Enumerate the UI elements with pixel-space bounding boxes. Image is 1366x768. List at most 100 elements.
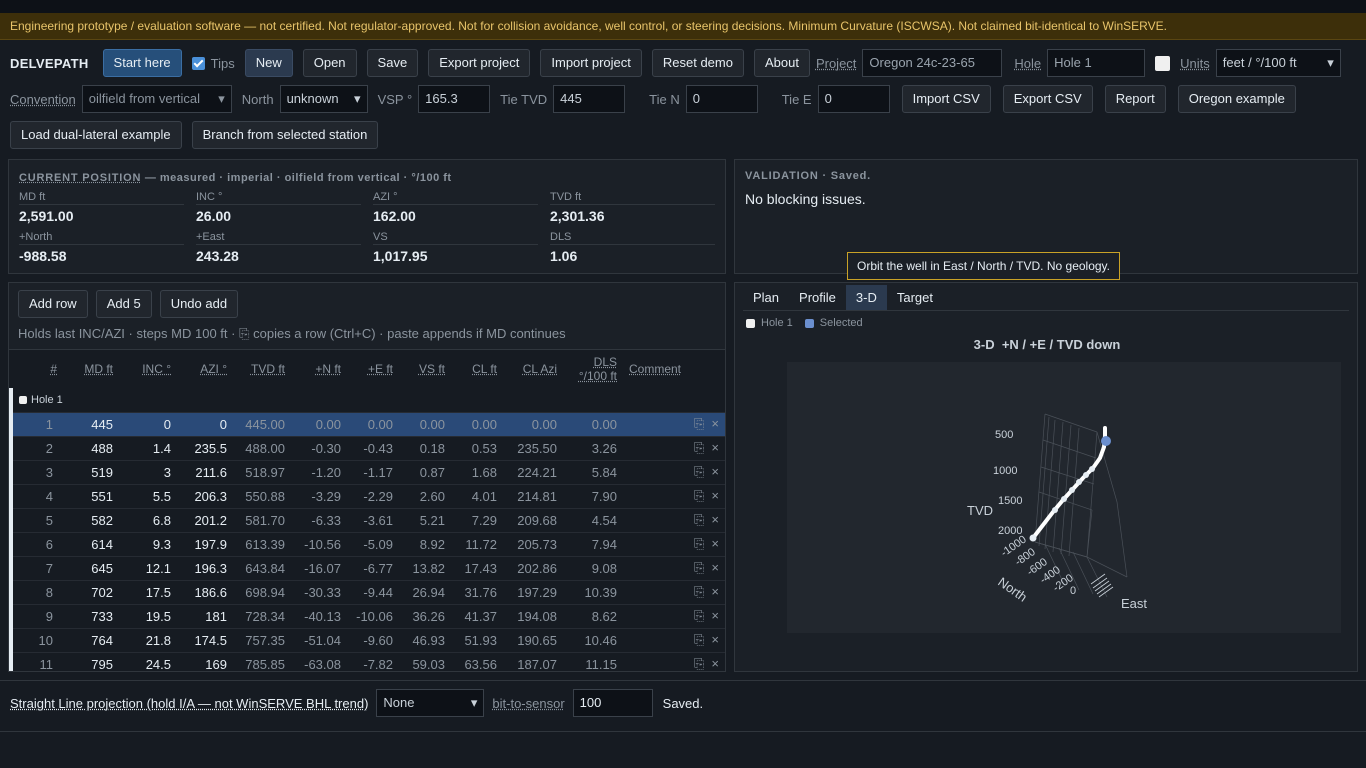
table-row[interactable]: 9 733 19.5 181 728.34 -40.13 -10.06 36.26 41.37 1… — [9, 604, 725, 629]
tie-e-input[interactable]: 0 — [817, 85, 890, 113]
copy-row-icon[interactable]: ⎘ — [694, 656, 704, 671]
table-cell[interactable]: 488 — [63, 436, 119, 461]
add-5-button[interactable]: Add 5 — [95, 290, 152, 318]
selected-station-marker[interactable] — [1101, 436, 1111, 446]
table-row[interactable]: 4 551 5.5 206.3 550.88 -3.29 -2.29 2.60 4.01 214.… — [9, 484, 725, 509]
tips-toggle[interactable]: Tips — [191, 56, 235, 71]
delete-row-icon[interactable]: × — [711, 560, 719, 575]
table-cell[interactable]: 645 — [63, 556, 119, 581]
load-dual-lateral-button[interactable]: Load dual-lateral example — [10, 121, 182, 149]
tie-tvd-input[interactable]: 445 — [553, 85, 626, 113]
copy-row-icon[interactable]: ⎘ — [694, 584, 704, 599]
table-row[interactable]: 10 764 21.8 174.5 757.35 -51.04 -9.60 46.93 51.9… — [9, 628, 725, 653]
tab-3d[interactable]: 3-D — [845, 285, 887, 310]
vsp-input[interactable]: 165.3 — [418, 85, 491, 113]
hole-color-swatch[interactable] — [1155, 55, 1171, 71]
table-row[interactable]: 3 519 3 211.6 518.97 -1.20 -1.17 0.87 1.68 224.21… — [9, 460, 725, 485]
table-cell[interactable]: 197.9 — [177, 532, 233, 557]
report-button[interactable]: Report — [1104, 85, 1166, 113]
col-azi[interactable]: AZI ° — [177, 350, 233, 388]
units-select[interactable]: feet / °/100 ft ▾ — [1215, 49, 1341, 77]
col-inc[interactable]: INC ° — [119, 350, 177, 388]
delete-row-icon[interactable]: × — [711, 440, 719, 455]
table-cell[interactable]: 186.6 — [177, 580, 233, 605]
col-num[interactable]: # — [11, 350, 63, 388]
oregon-example-button[interactable]: Oregon example — [1177, 85, 1296, 113]
delete-row-icon[interactable]: × — [711, 536, 719, 551]
col-vs[interactable]: VS ft — [399, 350, 451, 388]
delete-row-icon[interactable]: × — [711, 656, 719, 671]
branch-station-button[interactable]: Branch from selected station — [191, 121, 379, 149]
copy-row-icon[interactable]: ⎘ — [694, 512, 704, 527]
copy-row-icon[interactable]: ⎘ — [694, 488, 704, 503]
table-cell[interactable]: 795 — [63, 652, 119, 671]
table-cell[interactable]: 196.3 — [177, 556, 233, 581]
col-cl[interactable]: CL ft — [451, 350, 503, 388]
add-row-button[interactable]: Add row — [18, 290, 88, 318]
copy-row-icon[interactable]: ⎘ — [694, 560, 704, 575]
table-cell[interactable]: 5.5 — [119, 484, 177, 509]
tab-plan[interactable]: Plan — [743, 285, 789, 310]
table-cell[interactable]: 0 — [119, 412, 177, 437]
copy-row-icon[interactable]: ⎘ — [694, 440, 704, 455]
table-cell[interactable]: 445 — [63, 412, 119, 437]
open-button[interactable]: Open — [302, 49, 357, 77]
table-row[interactable]: 6 614 9.3 197.9 613.39 -10.56 -5.09 8.92 11.72 20… — [9, 532, 725, 557]
table-cell[interactable]: 169 — [177, 652, 233, 671]
table-cell[interactable]: 181 — [177, 604, 233, 629]
table-cell[interactable]: 551 — [63, 484, 119, 509]
hole-input[interactable]: Hole 1 — [1047, 49, 1146, 77]
table-cell[interactable]: 206.3 — [177, 484, 233, 509]
table-cell[interactable]: 733 — [63, 604, 119, 629]
col-cl-azi[interactable]: CL Azi — [503, 350, 563, 388]
projection-select[interactable]: None ▾ — [376, 689, 485, 717]
copy-row-icon[interactable]: ⎘ — [694, 608, 704, 623]
export-csv-button[interactable]: Export CSV — [1002, 85, 1093, 113]
reset-demo-button[interactable]: Reset demo — [651, 49, 744, 77]
table-cell[interactable]: 201.2 — [177, 508, 233, 533]
table-cell[interactable]: 0 — [177, 412, 233, 437]
delete-row-icon[interactable]: × — [711, 488, 719, 503]
delete-row-icon[interactable]: × — [711, 464, 719, 479]
table-row[interactable]: 5 582 6.8 201.2 581.70 -6.33 -3.61 5.21 7.29 209.… — [9, 508, 725, 533]
table-cell[interactable]: 24.5 — [119, 652, 177, 671]
table-cell[interactable]: 614 — [63, 532, 119, 557]
import-project-button[interactable]: Import project — [540, 49, 642, 77]
table-cell[interactable]: 17.5 — [119, 580, 177, 605]
copy-row-icon[interactable]: ⎘ — [694, 416, 704, 431]
table-row[interactable]: 8 702 17.5 186.6 698.94 -30.33 -9.44 26.94 31.76… — [9, 580, 725, 605]
col-east[interactable]: +E ft — [347, 350, 399, 388]
delete-row-icon[interactable]: × — [711, 584, 719, 599]
table-cell[interactable]: 9.3 — [119, 532, 177, 557]
table-cell[interactable]: 582 — [63, 508, 119, 533]
north-select[interactable]: unknown ▾ — [279, 85, 368, 113]
about-button[interactable]: About — [753, 49, 810, 77]
col-dls[interactable]: DLS °/100 ft — [563, 350, 623, 388]
table-cell[interactable]: 235.5 — [177, 436, 233, 461]
copy-row-icon[interactable]: ⎘ — [694, 536, 704, 551]
table-cell[interactable]: 21.8 — [119, 628, 177, 653]
table-cell[interactable]: 174.5 — [177, 628, 233, 653]
project-input[interactable]: Oregon 24c-23-65 — [862, 49, 1003, 77]
col-north[interactable]: +N ft — [291, 350, 347, 388]
delete-row-icon[interactable]: × — [711, 416, 719, 431]
table-cell[interactable]: 764 — [63, 628, 119, 653]
table-cell[interactable]: 12.1 — [119, 556, 177, 581]
tab-target[interactable]: Target — [887, 285, 943, 310]
convention-select[interactable]: oilfield from vertical ▾ — [81, 85, 232, 113]
table-cell[interactable]: 702 — [63, 580, 119, 605]
copy-row-icon[interactable]: ⎘ — [694, 464, 704, 479]
table-row[interactable]: 7 645 12.1 196.3 643.84 -16.07 -6.77 13.82 17.43… — [9, 556, 725, 581]
delete-row-icon[interactable]: × — [711, 512, 719, 527]
table-row[interactable]: 11 795 24.5 169 785.85 -63.08 -7.82 59.03 63.56 1… — [9, 652, 725, 671]
start-here-button[interactable]: Start here — [102, 49, 182, 77]
table-cell[interactable]: 6.8 — [119, 508, 177, 533]
col-md[interactable]: MD ft — [63, 350, 119, 388]
tips-checkbox[interactable] — [191, 56, 205, 70]
table-cell[interactable]: 19.5 — [119, 604, 177, 629]
undo-add-button[interactable]: Undo add — [159, 290, 239, 318]
import-csv-button[interactable]: Import CSV — [901, 85, 991, 113]
export-project-button[interactable]: Export project — [428, 49, 531, 77]
table-row[interactable]: 1 445 0 0 445.00 0.00 0.00 0.00 0.00 0.00 0.00 ⎘ × — [9, 412, 725, 437]
table-cell[interactable]: 519 — [63, 460, 119, 485]
